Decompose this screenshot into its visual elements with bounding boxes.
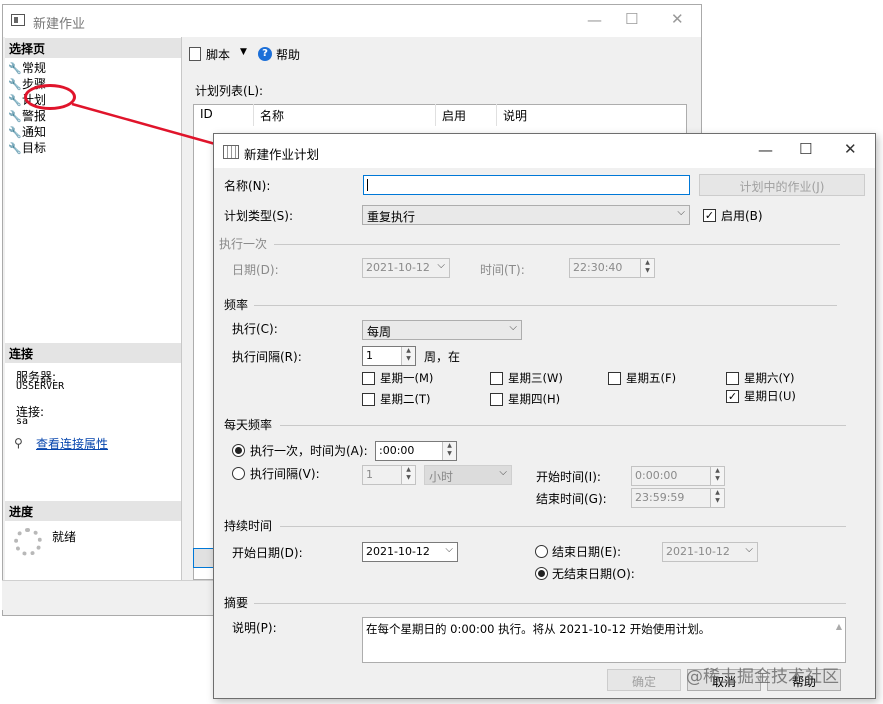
no-end-date-label: 无结束日期(O): (552, 567, 635, 581)
description-value: 在每个星期日的 0:00:00 执行。将从 2021-10-12 开始使用计划。 (366, 622, 711, 636)
spin-arrows-icon[interactable]: ▲ ▼ (442, 442, 456, 460)
occurs-once-label: 执行一次，时间为(A): (250, 444, 368, 458)
occurs-once-time-value: :00:00 (379, 444, 415, 457)
no-end-date-radio[interactable] (535, 567, 548, 580)
group-divider (280, 425, 846, 426)
end-date-label: 结束日期(E): (552, 545, 621, 559)
occurs-label: 执行(C): (232, 322, 278, 336)
start-time-value: 0:00:00 (635, 469, 678, 482)
chevron-down-icon: ⌵ (437, 260, 445, 271)
end-date-radio[interactable] (535, 545, 548, 558)
occurs-every-unit-select[interactable]: 小时 ⌵ (424, 465, 512, 485)
day-checkbox-sunday[interactable]: ✓ (726, 390, 739, 403)
occurs-every-unit-value: 小时 (429, 470, 454, 484)
one-time-date-picker[interactable]: 2021-10-12 ⌵ (362, 258, 450, 278)
close-icon[interactable]: ✕ (844, 140, 857, 158)
scroll-up-icon[interactable]: ▲ (836, 622, 842, 631)
start-time-stepper[interactable]: 0:00:00 ▲ ▼ (631, 466, 725, 486)
occurs-once-time-stepper[interactable]: :00:00 ▲ ▼ (375, 441, 457, 461)
recurs-value: 1 (366, 349, 373, 362)
new-job-schedule-dialog: 新建作业计划 — ☐ ✕ 名称(N): 计划中的作业(J) 计划类型(S): 重… (213, 133, 876, 699)
occurs-every-label: 执行间隔(V): (250, 467, 320, 481)
group-divider (280, 526, 846, 527)
daily-frequency-group-label: 每天频率 (224, 418, 273, 432)
one-time-group-label: 执行一次 (219, 237, 268, 251)
day-checkbox-friday[interactable] (608, 372, 621, 385)
occurs-every-value: 1 (366, 468, 373, 481)
duration-group-label: 持续时间 (224, 519, 273, 533)
ok-button[interactable]: 确定 (607, 669, 681, 691)
dialog-title-bar: 新建作业计划 — ☐ ✕ (214, 134, 875, 168)
group-divider (274, 244, 840, 245)
end-time-stepper[interactable]: 23:59:59 ▲ ▼ (631, 488, 725, 508)
minimize-icon[interactable]: — (758, 141, 773, 159)
dialog-title: 新建作业计划 (244, 147, 320, 162)
chevron-down-icon: ⌵ (499, 467, 507, 478)
description-textbox[interactable]: 在每个星期日的 0:00:00 执行。将从 2021-10-12 开始使用计划。… (362, 617, 846, 663)
day-label-tuesday: 星期二(T) (380, 392, 431, 406)
calendar-icon (223, 145, 239, 159)
end-date-picker[interactable]: 2021-10-12 ⌵ (662, 542, 758, 562)
recurs-label: 执行间隔(R): (232, 350, 302, 364)
spin-arrows-icon[interactable]: ▲ ▼ (401, 466, 415, 484)
chevron-down-icon: ⌵ (677, 207, 685, 218)
enabled-checkbox[interactable]: ✓ (703, 209, 716, 222)
name-input[interactable] (363, 175, 690, 195)
recurs-suffix: 周，在 (424, 350, 461, 364)
spin-arrows-icon[interactable]: ▲ ▼ (401, 347, 415, 365)
group-divider (254, 603, 846, 604)
spin-arrows-icon[interactable]: ▲ ▼ (710, 489, 724, 507)
day-label-wednesday: 星期三(W) (508, 371, 563, 385)
day-checkbox-tuesday[interactable] (362, 393, 375, 406)
maximize-icon[interactable]: ☐ (799, 140, 812, 158)
summary-group-label: 摘要 (224, 596, 249, 610)
day-checkbox-thursday[interactable] (490, 393, 503, 406)
day-label-thursday: 星期四(H) (508, 392, 561, 406)
chevron-down-icon: ⌵ (445, 544, 453, 555)
name-label: 名称(N): (224, 179, 271, 193)
end-time-value: 23:59:59 (635, 491, 685, 504)
one-time-time-stepper[interactable]: 22:30:40 ▲ ▼ (569, 258, 655, 278)
enabled-label: 启用(B) (721, 209, 763, 223)
occurs-every-stepper[interactable]: 1 ▲ ▼ (362, 465, 416, 485)
watermark: @稀土掘金技术社区 (686, 667, 839, 687)
start-date-label: 开始日期(D): (232, 546, 303, 560)
day-label-saturday: 星期六(Y) (744, 371, 795, 385)
description-label: 说明(P): (232, 621, 277, 635)
occurs-value: 每周 (367, 325, 392, 339)
schedule-type-select[interactable]: 重复执行 ⌵ (362, 205, 690, 225)
schedule-type-label: 计划类型(S): (224, 209, 294, 223)
end-date-value: 2021-10-12 (666, 545, 730, 558)
one-time-time-label: 时间(T): (480, 263, 525, 277)
spin-arrows-icon[interactable]: ▲ ▼ (640, 259, 654, 277)
group-divider (254, 305, 837, 306)
start-time-label: 开始时间(I): (536, 470, 601, 484)
day-label-sunday: 星期日(U) (744, 389, 796, 403)
schedule-type-value: 重复执行 (367, 210, 416, 224)
start-date-picker[interactable]: 2021-10-12 ⌵ (362, 542, 458, 562)
day-checkbox-monday[interactable] (362, 372, 375, 385)
one-time-date-value: 2021-10-12 (366, 261, 430, 274)
end-time-label: 结束时间(G): (536, 492, 607, 506)
day-checkbox-wednesday[interactable] (490, 372, 503, 385)
spin-arrows-icon[interactable]: ▲ ▼ (710, 467, 724, 485)
one-time-date-label: 日期(D): (232, 263, 279, 277)
occurs-once-radio[interactable] (232, 444, 245, 457)
day-checkbox-saturday[interactable] (726, 372, 739, 385)
occurs-every-radio[interactable] (232, 467, 245, 480)
recurs-stepper[interactable]: 1 ▲ ▼ (362, 346, 416, 366)
jobs-in-schedule-button[interactable]: 计划中的作业(J) (699, 174, 865, 196)
day-label-monday: 星期一(M) (380, 371, 434, 385)
chevron-down-icon: ⌵ (745, 544, 753, 555)
occurs-select[interactable]: 每周 ⌵ (362, 320, 522, 340)
one-time-time-value: 22:30:40 (573, 261, 623, 274)
day-label-friday: 星期五(F) (626, 371, 677, 385)
start-date-value: 2021-10-12 (366, 545, 430, 558)
chevron-down-icon: ⌵ (509, 322, 517, 333)
frequency-group-label: 频率 (224, 298, 249, 312)
